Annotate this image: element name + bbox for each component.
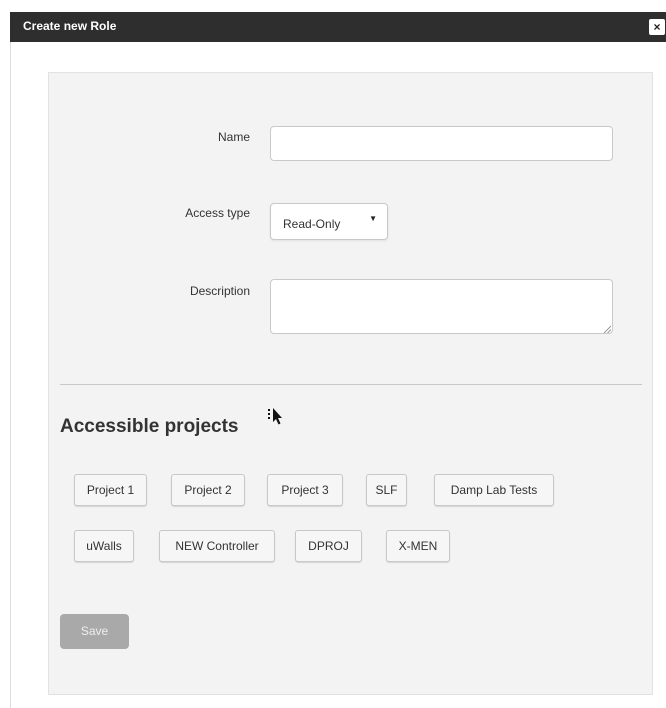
project-button-project-1[interactable]: Project 1	[74, 474, 147, 506]
dialog-title: Create new Role	[23, 19, 117, 33]
project-button-project-2[interactable]: Project 2	[171, 474, 245, 506]
access-type-value: Read-Only	[283, 217, 341, 231]
name-input[interactable]	[270, 126, 613, 161]
dialog-titlebar: Create new Role ×	[10, 12, 666, 42]
cursor-icon	[268, 408, 282, 425]
project-button-slf[interactable]: SLF	[366, 474, 407, 506]
close-icon[interactable]: ×	[649, 19, 665, 35]
project-button-project-3[interactable]: Project 3	[267, 474, 343, 506]
section-divider	[60, 384, 642, 385]
project-button-new-controller[interactable]: NEW Controller	[159, 530, 275, 562]
access-type-select[interactable]: Read-Only ▼	[270, 203, 388, 240]
role-form-panel: Name Access type Read-Only ▼ Description…	[48, 72, 653, 695]
name-label: Name	[217, 130, 250, 144]
description-label: Description	[189, 284, 250, 298]
project-button-dproj[interactable]: DPROJ	[295, 530, 362, 562]
dropdown-arrow-icon: ▼	[369, 214, 377, 223]
project-button-damp-lab-tests[interactable]: Damp Lab Tests	[434, 474, 554, 506]
dialog-left-border	[10, 42, 11, 708]
project-button-uwalls[interactable]: uWalls	[74, 530, 134, 562]
accessible-projects-title: Accessible projects	[60, 416, 239, 437]
access-type-label: Access type	[185, 206, 250, 220]
save-button[interactable]: Save	[60, 614, 129, 649]
project-button-x-men[interactable]: X-MEN	[386, 530, 450, 562]
resize-grip-icon[interactable]	[603, 325, 611, 333]
description-textarea[interactable]	[270, 279, 613, 334]
